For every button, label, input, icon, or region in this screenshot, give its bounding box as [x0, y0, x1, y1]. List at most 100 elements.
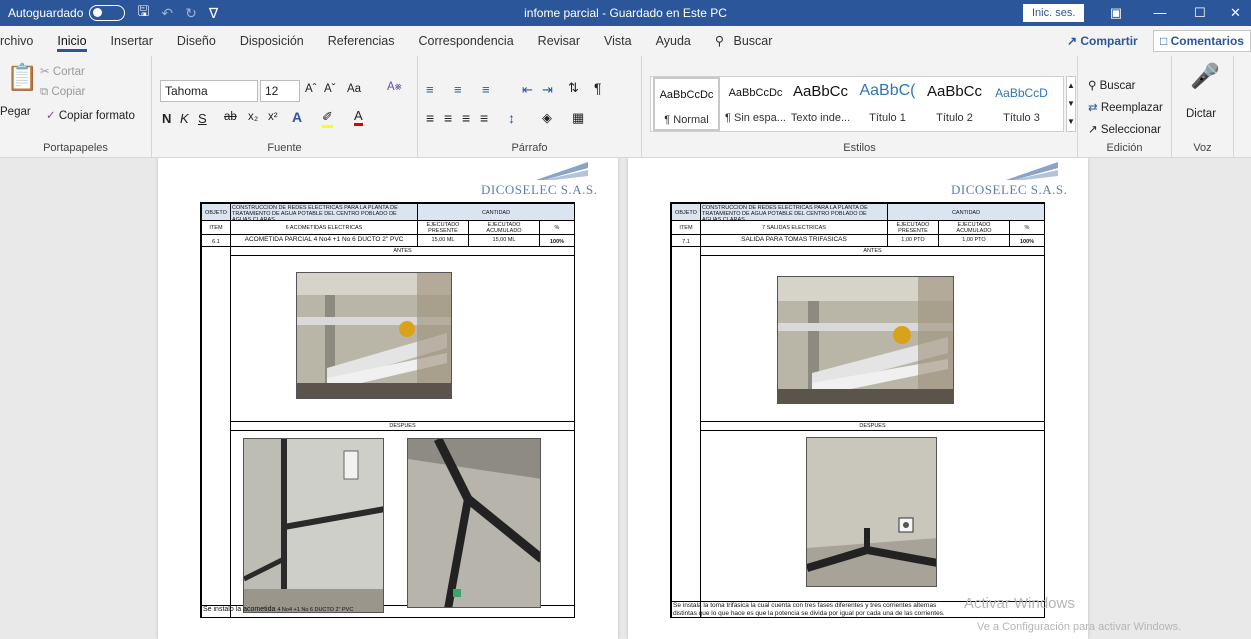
style-normal[interactable]: AaBbCcDc ¶ Normal [653, 77, 720, 131]
tab-design[interactable]: Diseño [165, 26, 228, 56]
style-no-spacing[interactable]: AaBbCcDc ¶ Sin espa... [722, 77, 789, 131]
document-canvas[interactable]: DICOSELEC S.A.S. OBJETO CONSTRUCCION DE … [0, 158, 1251, 639]
style-heading2[interactable]: AaBbCc Título 2 [921, 77, 988, 131]
antes-photo [296, 272, 452, 399]
line-spacing-icon[interactable]: ↕ [508, 110, 515, 126]
item-label: ITEM [671, 220, 701, 235]
tab-references[interactable]: Referencias [316, 26, 407, 56]
bold-button[interactable]: N [162, 111, 171, 126]
shading-icon[interactable]: ◈ [542, 110, 552, 126]
style-name: Título 3 [1003, 112, 1040, 124]
paste-icon[interactable]: 📋 [6, 62, 38, 93]
find-button[interactable]: ⚲ Buscar [1088, 78, 1135, 92]
copy-button[interactable]: ⧉ Copiar [40, 86, 85, 99]
tab-view[interactable]: Vista [592, 26, 644, 56]
style-body-indent[interactable]: AaBbCc Texto inde... [787, 77, 854, 131]
style-sample: AaBbCcD [995, 86, 1048, 100]
increase-indent-icon[interactable]: ⇥ [542, 82, 553, 98]
redo-icon[interactable]: ↻ [185, 5, 197, 22]
find-label: Buscar [1099, 80, 1136, 92]
cut-button[interactable]: ✂ Cortar [40, 64, 85, 78]
style-heading1[interactable]: AaBbC(Título 1 [854, 77, 921, 131]
font-color-icon[interactable]: A [354, 108, 363, 126]
autosave-toggle[interactable] [89, 5, 126, 21]
paragraph-group: ≡ ≡ ≡ ⇤ ⇥ ⇅ ¶ ≡ ≡ ≡ ≡ ↕ ◈ ▦ Párrafo [418, 56, 642, 158]
autosave-label: Autoguardado [8, 6, 84, 20]
tab-review[interactable]: Revisar [526, 26, 592, 56]
decrease-indent-icon[interactable]: ⇤ [522, 82, 533, 98]
grow-font-icon[interactable]: Aˆ [305, 83, 317, 95]
copy-icon: ⧉ [40, 86, 49, 98]
subscript-button[interactable]: x₂ [248, 111, 258, 123]
document-page[interactable]: DICOSELEC S.A.S. OBJETO CONSTRUCCION DE … [158, 158, 618, 639]
styles-scroll-icon[interactable]: ▲ ▼ ▼ [1066, 76, 1076, 132]
customize-qat-icon[interactable]: ∇ [209, 5, 218, 22]
underline-button[interactable]: S [198, 111, 207, 126]
company-logo-icon [1006, 162, 1058, 180]
replace-button[interactable]: ⇄ Reemplazar [1088, 100, 1163, 114]
text-effects-icon[interactable]: A [292, 109, 302, 125]
clear-formatting-icon[interactable]: A⨳ [387, 81, 402, 94]
font-family-select[interactable]: Tahoma [160, 80, 258, 102]
col-pct: % [539, 220, 575, 235]
item-label: ITEM [201, 220, 231, 235]
replace-label: Reemplazar [1100, 102, 1163, 114]
style-sample: AaBbCcDc [728, 87, 783, 99]
objeto-text: CONSTRUCCION DE REDES ELECTRICAS PARA LA… [700, 203, 888, 221]
save-icon[interactable]: 🖫 [137, 1, 149, 25]
col-acumulado: EJECUTADO ACUMULADO [938, 220, 1010, 235]
style-name: ¶ Normal [664, 114, 709, 126]
bullets-icon[interactable]: ≡ [426, 82, 434, 97]
borders-icon[interactable]: ▦ [572, 110, 584, 126]
share-button[interactable]: ↗ Compartir [1061, 30, 1144, 52]
multilevel-list-icon[interactable]: ≡ [482, 82, 490, 97]
select-button[interactable]: ↗ Seleccionar [1088, 122, 1161, 136]
justify-icon[interactable]: ≡ [480, 110, 488, 126]
col-periodo: EJECUTADO PRESENTE PERIODO [887, 220, 939, 235]
paste-button[interactable]: Pegar [0, 106, 31, 118]
strikethrough-button[interactable]: ab [224, 111, 237, 123]
undo-icon[interactable]: ↶ [161, 5, 173, 22]
copy-label: Copiar [51, 86, 86, 98]
document-page[interactable]: DICOSELEC S.A.S. OBJETO CONSTRUCCION DE … [628, 158, 1088, 639]
tab-file[interactable]: rchivo [0, 26, 45, 56]
tab-insert[interactable]: Insertar [99, 26, 165, 56]
style-name: Texto inde... [790, 112, 851, 124]
sign-in-button[interactable]: Inic. ses. [1023, 4, 1085, 22]
dictate-button[interactable]: Dictar [1186, 108, 1216, 120]
change-case-button[interactable]: Aa [347, 83, 361, 95]
clipboard-group: 📋 Pegar ✂ Cortar ⧉ Copiar ✓ Copiar forma… [0, 56, 152, 158]
sort-icon[interactable]: ⇅ [568, 80, 579, 96]
tab-home[interactable]: Inicio [45, 26, 98, 56]
search-box[interactable]: ⚲ Buscar [703, 26, 785, 56]
style-heading3[interactable]: AaBbCcD Título 3 [988, 77, 1055, 131]
align-left-icon[interactable]: ≡ [426, 110, 434, 126]
styles-group-label: Estilos [843, 142, 876, 154]
microphone-icon[interactable]: 🎤 [1190, 62, 1220, 91]
italic-button[interactable]: K [180, 111, 189, 126]
superscript-button[interactable]: x² [268, 111, 278, 123]
highlight-icon[interactable]: ✐ [322, 109, 333, 128]
style-sample: AaBbCc [926, 83, 983, 100]
font-size-select[interactable]: 12 [260, 80, 300, 102]
show-marks-icon[interactable]: ¶ [594, 80, 602, 96]
ribbon-display-icon[interactable]: ▣ [1096, 0, 1136, 26]
caption-main: Se instalo la acometida [203, 606, 276, 613]
tab-layout[interactable]: Disposición [228, 26, 316, 56]
tab-help[interactable]: Ayuda [644, 26, 703, 56]
maximize-button[interactable]: ☐ [1180, 0, 1220, 26]
style-name: Título 2 [936, 112, 973, 124]
close-button[interactable]: ✕ [1220, 0, 1251, 26]
search-label: Buscar [733, 34, 773, 48]
font-group-label: Fuente [267, 142, 302, 154]
company-name: DICOSELEC S.A.S. [951, 182, 1068, 197]
despues-photo-1 [243, 438, 384, 613]
comments-button[interactable]: □ Comentarios [1153, 30, 1251, 52]
shrink-font-icon[interactable]: Aˇ [324, 83, 336, 95]
format-painter-button[interactable]: ✓ Copiar formato [46, 108, 135, 122]
numbering-icon[interactable]: ≡ [454, 82, 462, 97]
tab-mailings[interactable]: Correspondencia [406, 26, 525, 56]
align-right-icon[interactable]: ≡ [462, 110, 470, 126]
align-center-icon[interactable]: ≡ [444, 110, 452, 126]
minimize-button[interactable]: — [1140, 0, 1180, 26]
